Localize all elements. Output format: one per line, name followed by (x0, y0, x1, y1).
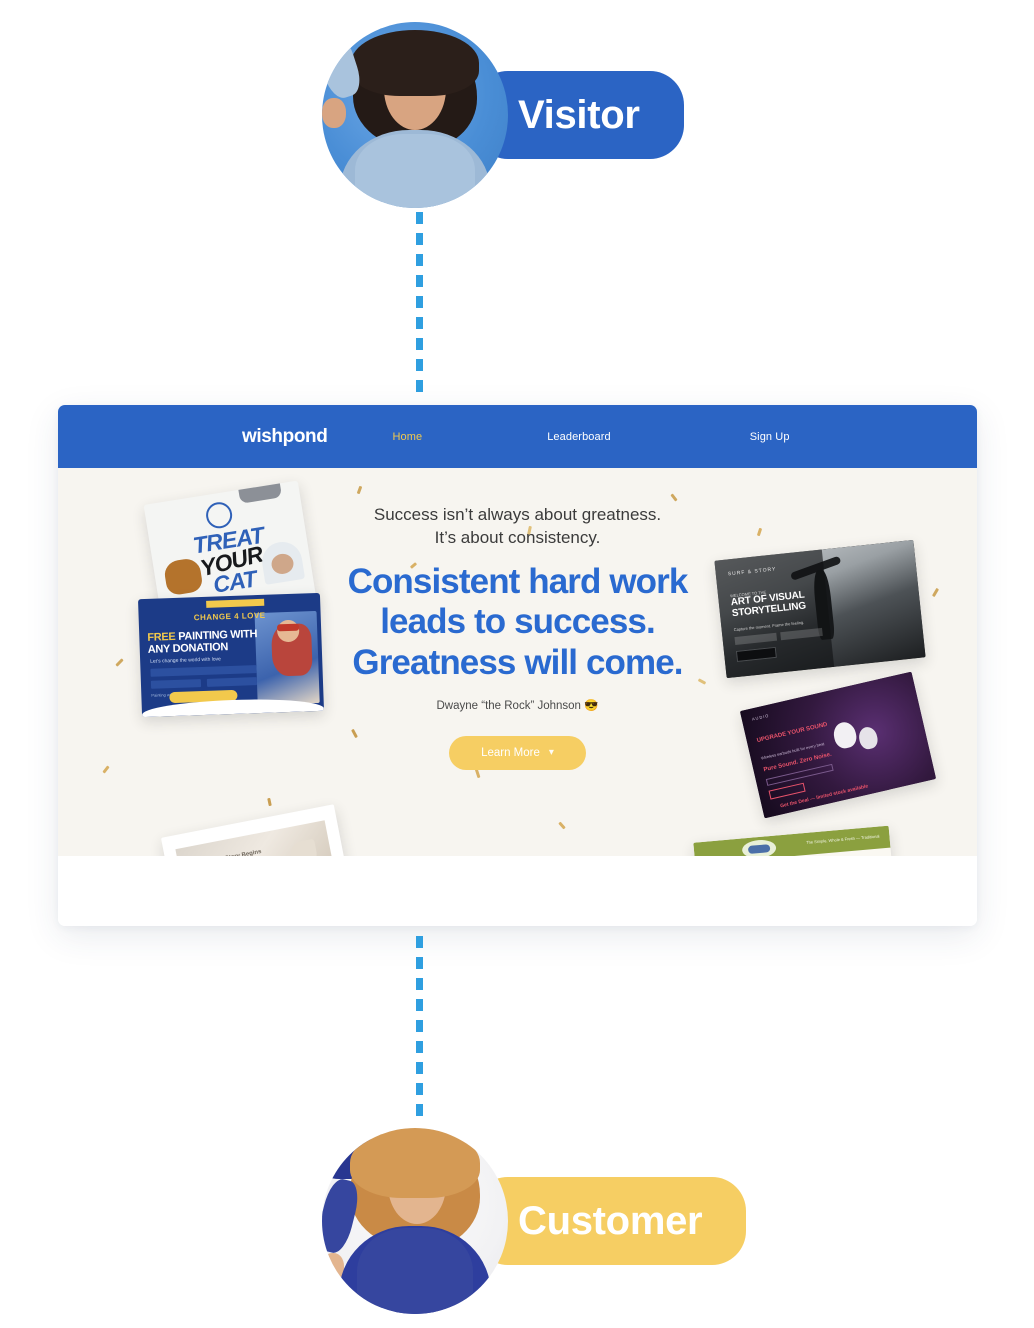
hero-section: TREAT YOUR CAT www.treatyourcat.com CHAN… (58, 468, 977, 856)
dash (416, 999, 423, 1011)
smile-shape (322, 22, 348, 34)
hair-front-shape (350, 1128, 480, 1198)
hero-title-line-1: Consistent hard work (347, 561, 689, 601)
hero-kicker: Success isn’t always about greatness. It… (303, 504, 733, 550)
hoodie-inner-shape (357, 1228, 473, 1314)
dash (416, 233, 423, 245)
customer-speech-bubble: Customer (474, 1177, 747, 1265)
confetti-fleck (102, 765, 110, 774)
funnel-diagram: Visitor wishpond Home Leaderboard Sign U… (0, 0, 1034, 1328)
visitor-avatar (322, 22, 508, 208)
confetti-fleck (356, 485, 363, 495)
persona-visitor: Visitor (322, 22, 684, 208)
moma-tagline: The Simple, Whole & Fresh — Traditional (805, 833, 880, 845)
dash (416, 978, 423, 990)
page-footer-strip (58, 856, 977, 926)
connector-page-to-customer (416, 936, 423, 1116)
dash (416, 957, 423, 969)
dash (416, 359, 423, 371)
visitor-label: Visitor (518, 93, 640, 137)
confetti-fleck (756, 527, 763, 537)
nav-link-leaderboard[interactable]: Leaderboard (547, 431, 611, 443)
top-accent-bar (206, 598, 265, 608)
dash (416, 1020, 423, 1032)
smile-shape (322, 1128, 346, 1139)
change-4-love-subtext: Let’s change the world with love (150, 656, 222, 665)
green-header-bar: The Simple, Whole & Fresh — Traditional (693, 825, 891, 856)
dash (416, 317, 423, 329)
hero-title-line-3: Greatness will come. (352, 643, 683, 683)
nav-link-home[interactable]: Home (392, 431, 422, 443)
dash (416, 1104, 423, 1116)
amount-input[interactable] (206, 677, 258, 687)
dash (416, 212, 423, 224)
visitor-figure (322, 22, 508, 208)
learn-more-button[interactable]: Learn More ▾ (449, 735, 586, 770)
hero-copy: Success isn’t always about greatness. It… (303, 504, 733, 770)
hero-attribution: Dwayne “the Rock” Johnson 😎 (436, 699, 599, 712)
hero-title-line-2: leads to success. (380, 602, 655, 642)
dash (416, 275, 423, 287)
thumbnail-pale-wedding[interactable]: Your Story Begins Here Photography by St… (160, 804, 356, 856)
cat-bed-image (236, 480, 283, 504)
thumbnail-change-4-love[interactable]: CHANGE 4 LOVE FREE PAINTING WITH ANY DON… (137, 592, 325, 718)
customer-label: Customer (518, 1199, 703, 1243)
thumbnail-moma-sanoussi[interactable]: The Simple, Whole & Fresh — Traditional … (693, 825, 899, 856)
nav-link-signup[interactable]: Sign Up (750, 431, 790, 443)
hero-kicker-line-1: Success isn’t always about greatness. (373, 505, 662, 524)
connector-visitor-to-page (416, 212, 423, 402)
dash (416, 1062, 423, 1074)
email-input[interactable] (150, 679, 202, 689)
chevron-down-icon: ▾ (548, 747, 554, 759)
landing-page-preview: wishpond Home Leaderboard Sign Up TREAT … (58, 405, 977, 926)
dash (416, 254, 423, 266)
confetti-fleck (670, 493, 678, 502)
dash (416, 1041, 423, 1053)
hand-shape (322, 98, 346, 128)
change-4-love-headline: FREE PAINTING WITH ANY DONATION (147, 628, 260, 656)
name-input[interactable] (150, 665, 257, 677)
confetti-fleck (931, 587, 940, 598)
dash (416, 338, 423, 350)
nav-links: Home Leaderboard Sign Up (392, 431, 789, 443)
dash (416, 1083, 423, 1095)
wishpond-logo[interactable]: wishpond (242, 426, 328, 448)
dash (416, 380, 423, 392)
thumbnail-art-of-visual-storytelling[interactable]: SURF & STORY WELCOME TO THE ART OF VISUA… (714, 539, 926, 679)
bakery-logo (741, 838, 777, 856)
learn-more-label: Learn More (481, 746, 540, 759)
hero-title: Consistent hard work leads to success. G… (303, 562, 733, 684)
hair-front-shape (351, 30, 479, 96)
hero-kicker-line-2: It’s about consistency. (434, 527, 601, 547)
mask-shape (276, 623, 300, 632)
dash (416, 936, 423, 948)
dash (416, 296, 423, 308)
customer-figure (322, 1128, 508, 1314)
confetti-fleck (115, 658, 124, 667)
headline-line-2: ANY DONATION (147, 640, 229, 656)
denim-shirt-inner-shape (355, 134, 475, 208)
confetti-fleck (267, 797, 272, 807)
thumbnail-earbuds[interactable]: AUDIO UPGRADE YOUR SOUND Wireless earbud… (739, 671, 937, 819)
customer-avatar (322, 1128, 508, 1314)
confetti-fleck (558, 821, 566, 830)
persona-customer: Customer (322, 1128, 747, 1314)
site-navbar: wishpond Home Leaderboard Sign Up (58, 405, 977, 468)
